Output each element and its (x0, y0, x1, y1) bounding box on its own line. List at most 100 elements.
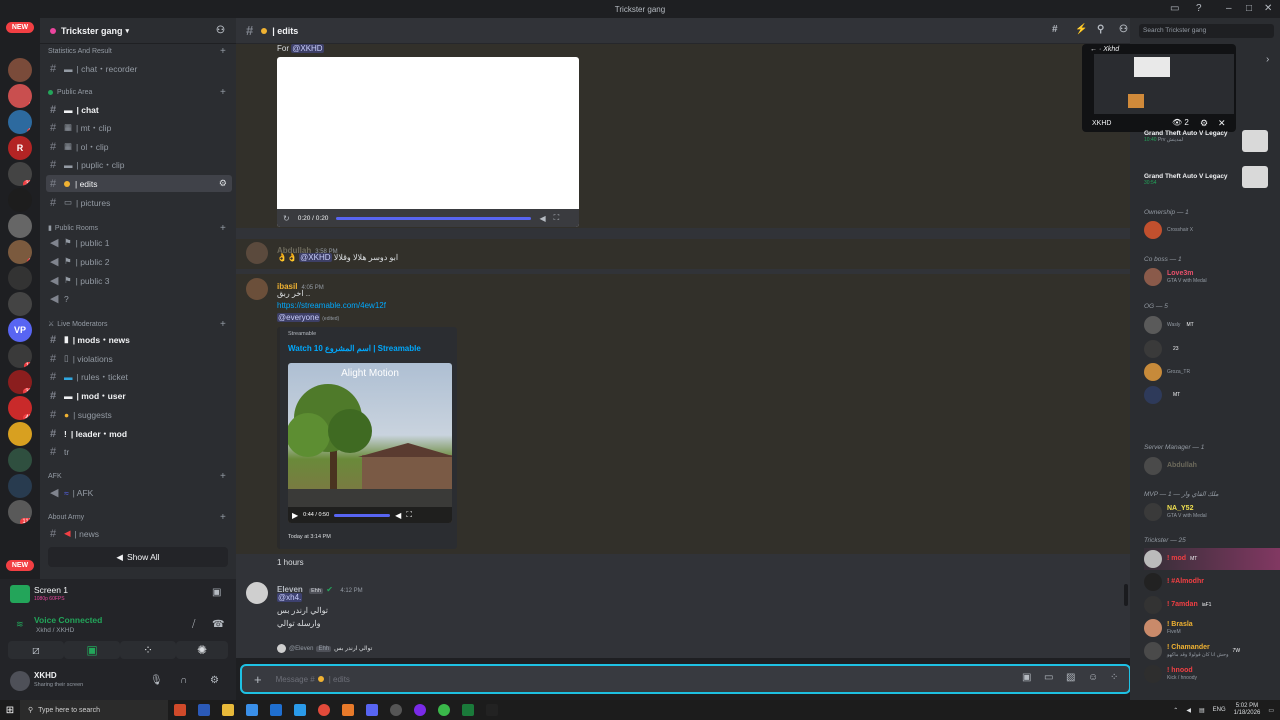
taskbar-search[interactable]: ⚲ Type here to search (20, 700, 168, 720)
server-icon[interactable] (8, 266, 32, 290)
member-item[interactable]: ! Brasla FiveM (1144, 617, 1274, 639)
close-button[interactable]: ✕ (1264, 3, 1272, 14)
outlook-icon[interactable] (270, 704, 282, 716)
reply-preview[interactable]: @Eleven Ehh توالي ارندر بس (277, 644, 372, 653)
embed-video[interactable]: Alight Motion ▶ 0:44 / 0:50 ◀ ⛶ (288, 363, 452, 523)
guild-header[interactable]: Trickster gang ▾ ⚇ (40, 18, 236, 44)
server-icon[interactable]: 11 (8, 344, 32, 368)
capcut-icon[interactable] (486, 704, 498, 716)
pin-icon[interactable]: ⚲ (1097, 24, 1104, 35)
app-icon[interactable] (414, 704, 426, 716)
avatar[interactable] (246, 242, 268, 264)
disconnect-icon[interactable]: ☎ (212, 619, 224, 630)
message-link[interactable]: https://streamable.com/4ew12f (277, 301, 386, 310)
search-input[interactable]: Search Trickster gang (1139, 24, 1274, 38)
apps-icon[interactable]: ⁘ (1110, 672, 1118, 683)
server-icon[interactable] (8, 214, 32, 238)
stream-preview[interactable]: ← · Xkhd XKHD 👁 2 ⚙ ✕ (1082, 44, 1236, 132)
word-icon[interactable] (198, 704, 210, 716)
user-mention[interactable]: @XKHD (299, 253, 332, 262)
video-player[interactable]: ↻ 0:20 / 0:20 ◀ ⛶ (277, 57, 579, 227)
member-item[interactable]: Crosshair X (1144, 219, 1274, 241)
settings-icon[interactable]: ⚙ (1200, 118, 1208, 129)
category-about-army[interactable]: About Army + (48, 512, 226, 523)
add-channel-icon[interactable]: + (220, 319, 226, 330)
maximize-button[interactable]: □ (1246, 3, 1252, 14)
server-icon[interactable] (8, 474, 32, 498)
chrome-icon[interactable] (318, 704, 330, 716)
server-icon[interactable]: 3 (8, 110, 32, 134)
fullscreen-icon[interactable]: ⛶ (406, 510, 412, 520)
message-input[interactable]: + Message # | edits ▣ ▭ ▨ ☺ ⁘ (240, 664, 1131, 694)
replay-icon[interactable]: ↻ (283, 214, 290, 223)
show-all-button[interactable]: ◀ Show All (48, 547, 228, 567)
threads-icon[interactable]: # (1052, 24, 1058, 35)
everyone-mention[interactable]: @everyone (277, 313, 321, 322)
server-icon[interactable] (8, 188, 32, 212)
file-explorer-icon[interactable] (222, 704, 234, 716)
soundboard-button[interactable]: ✺ (176, 641, 228, 659)
settings-icon[interactable]: ⚙ (210, 675, 219, 686)
channel-puplic-clip[interactable]: # ▬ | puplic・clip (46, 156, 232, 173)
sticker-icon[interactable]: ▨ (1066, 672, 1075, 683)
video-progress[interactable] (336, 216, 532, 220)
member-item[interactable]: NA_Y52 GTA V with Medal (1144, 501, 1274, 523)
add-channel-icon[interactable]: + (220, 512, 226, 523)
server-icon[interactable]: 48 (8, 396, 32, 420)
user-mention[interactable]: @xh4. (277, 593, 303, 602)
category-afk[interactable]: AFK + (48, 471, 226, 482)
channel-pictures[interactable]: # ▭ | pictures (46, 194, 232, 211)
member-item[interactable]: ! hnood Kick / hnoody (1144, 663, 1274, 685)
member-item[interactable]: MT (1144, 384, 1274, 406)
help-icon[interactable]: ? (1196, 3, 1202, 14)
server-icon-r[interactable]: R (8, 136, 32, 160)
voice-public-1[interactable]: ◀ ⚑ | public 1 (46, 234, 232, 251)
member-item[interactable]: ! #Almodhr (1144, 571, 1274, 593)
server-icon[interactable]: 33 (8, 162, 32, 186)
embed-title[interactable]: Watch 10 اسم المشروع | Streamable (288, 344, 421, 353)
office-icon[interactable] (174, 704, 186, 716)
server-icon[interactable] (8, 58, 32, 82)
chat-scrollbar[interactable] (1124, 584, 1128, 606)
user-mention[interactable]: @XKHD (291, 44, 324, 53)
server-icon[interactable] (8, 422, 32, 446)
channel-ol-clip[interactable]: # ▦ | ol・clip (46, 138, 232, 155)
channel-leader-mod[interactable]: #! | leader・mod (46, 425, 232, 442)
play-icon[interactable]: ▶ (292, 511, 298, 520)
language[interactable]: ENG (1213, 707, 1226, 713)
category-live-moderators[interactable]: ⚔ Live Moderators + (48, 319, 226, 330)
gift-icon[interactable]: ▣ (1022, 672, 1031, 683)
add-channel-icon[interactable]: + (220, 87, 226, 98)
channel-mt-clip[interactable]: # ▦ | mt・clip (46, 119, 232, 136)
add-member-icon[interactable]: ⚇ (216, 25, 225, 36)
channel-chat[interactable]: # ▬ | chat (46, 101, 232, 118)
server-icon[interactable] (8, 448, 32, 472)
channel-mods-news[interactable]: # ▮ | mods・news (46, 331, 232, 348)
member-item[interactable]: Groza_TR (1144, 361, 1274, 383)
popout-icon[interactable]: ▣ (212, 587, 221, 598)
camera-off-button[interactable]: ⧄ (8, 641, 64, 659)
voice-public-3[interactable]: ◀ ⚑ | public 3 (46, 272, 232, 289)
volume-icon[interactable]: ◀ (395, 511, 401, 520)
noise-icon[interactable]: ⧸ (192, 619, 195, 630)
voice-public-2[interactable]: ◀ ⚑ | public 2 (46, 253, 232, 270)
minimize-button[interactable]: – (1226, 3, 1232, 14)
channel-violations[interactable]: # ▯ | violations (46, 350, 232, 367)
server-icon[interactable]: 3 (8, 84, 32, 108)
server-icon-vp[interactable]: VP (8, 318, 32, 342)
screen-share-button[interactable]: ▣ (64, 641, 120, 659)
channel-edits[interactable]: # | edits ⚙ (46, 175, 232, 192)
close-icon[interactable]: ✕ (1218, 118, 1226, 129)
channel-mod-user[interactable]: # ▬ | mod・user (46, 387, 232, 404)
excel-icon[interactable] (462, 704, 474, 716)
member-item[interactable]: Love3m GTA V with Medal (1144, 266, 1274, 288)
vlc-icon[interactable] (342, 704, 354, 716)
avatar[interactable] (246, 278, 268, 300)
emoji-icon[interactable]: ☺ (1088, 672, 1098, 683)
channel-news[interactable]: # ◀ | news (46, 525, 232, 542)
inbox-icon[interactable]: ▭ (1170, 3, 1179, 14)
volume-icon[interactable]: ◀ (539, 214, 545, 223)
embed-video-progress[interactable] (334, 513, 391, 517)
headphones-icon[interactable]: ∩ (180, 675, 187, 686)
notification-icon[interactable]: ⚡ (1075, 24, 1087, 35)
